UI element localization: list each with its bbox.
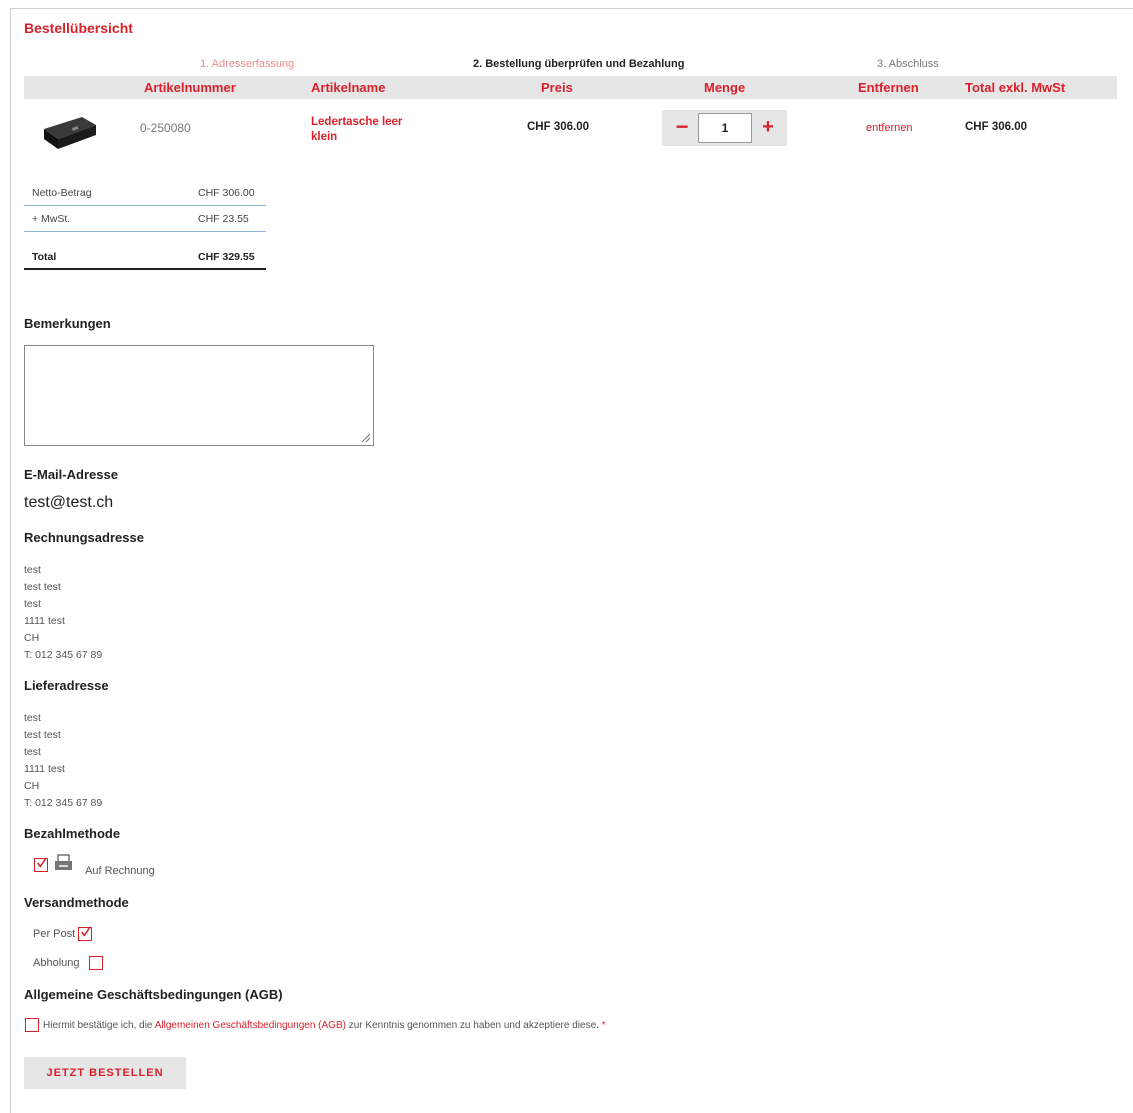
terms-link[interactable]: Allgemeinen Geschäftsbedingungen (AGB): [155, 1020, 346, 1031]
article-price: CHF 306.00: [527, 121, 590, 133]
quantity-decrease-button[interactable]: −: [672, 114, 692, 142]
header-quantity: Menge: [704, 80, 746, 95]
shipping-line: test: [24, 746, 41, 758]
billing-line: 1111 test: [24, 615, 65, 627]
shipping-post-label[interactable]: Per Post: [33, 928, 75, 940]
order-now-button[interactable]: JETZT BESTELLEN: [24, 1057, 186, 1089]
check-icon: [81, 926, 91, 937]
shipping-post-checkbox[interactable]: [78, 926, 92, 941]
remarks-textarea[interactable]: [24, 345, 374, 446]
email-value: test@test.ch: [24, 494, 114, 511]
quantity-stepper: − 1 +: [662, 110, 787, 146]
header-article-number: Artikelnummer: [144, 80, 236, 95]
shipping-line: 1111 test: [24, 763, 65, 775]
billing-line: CH: [24, 632, 40, 644]
step-review-payment: 2. Bestellung überprüfen und Bezahlung: [473, 58, 685, 70]
page-title: Bestellübersicht: [24, 20, 133, 36]
summary-total-label: Total: [32, 251, 57, 263]
header-remove: Entfernen: [858, 80, 919, 95]
shipping-pickup-checkbox[interactable]: [89, 956, 103, 970]
payment-invoice-checkbox[interactable]: [34, 857, 48, 872]
table-header: Artikelnummer Artikelname Preis Menge En…: [24, 76, 1117, 99]
terms-text-after: zur Kenntnis genommen zu haben und akzep…: [348, 1020, 599, 1031]
resize-grip-icon[interactable]: [360, 432, 371, 443]
terms-text-before: Hiermit bestätige ich, die: [43, 1020, 153, 1031]
summary-vat-row: + MwSt. CHF 23.55: [24, 206, 266, 232]
shipping-address: test test test test 1111 test CH T: 012 …: [24, 710, 102, 812]
step-completion: 3. Abschluss: [877, 58, 939, 70]
billing-line: test: [24, 598, 41, 610]
article-number: 0-250080: [140, 121, 191, 135]
remarks-heading: Bemerkungen: [24, 316, 111, 331]
shipping-line: test test: [24, 729, 61, 741]
header-article-name: Artikelname: [311, 80, 386, 95]
shipping-line: test: [24, 712, 41, 724]
summary-total-row: Total CHF 329.55: [24, 244, 266, 270]
terms-heading: Allgemeine Geschäftsbedingungen (AGB): [24, 987, 283, 1002]
summary-net-label: Netto-Betrag: [32, 187, 92, 199]
billing-address: test test test test 1111 test CH T: 012 …: [24, 562, 102, 664]
product-image[interactable]: [38, 111, 102, 151]
summary-vat-value: CHF 23.55: [198, 213, 249, 225]
shipping-line: CH: [24, 780, 40, 792]
header-total-excl: Total exkl. MwSt: [965, 80, 1066, 95]
summary-vat-label: + MwSt.: [32, 213, 71, 225]
summary-net-row: Netto-Betrag CHF 306.00: [24, 180, 266, 206]
check-icon: [37, 857, 47, 868]
content-frame: [10, 8, 1133, 1113]
terms-checkbox[interactable]: [25, 1018, 39, 1032]
email-heading: E-Mail-Adresse: [24, 467, 118, 482]
billing-line: test test: [24, 581, 61, 593]
article-name-link[interactable]: Ledertasche leer klein: [311, 115, 421, 145]
billing-heading: Rechnungsadresse: [24, 530, 144, 545]
shipping-pickup-label[interactable]: Abholung: [33, 957, 80, 969]
billing-line: test: [24, 564, 41, 576]
summary-net-value: CHF 306.00: [198, 187, 255, 199]
required-mark: *: [601, 1020, 606, 1031]
invoice-icon: [55, 854, 72, 870]
header-price: Preis: [541, 80, 573, 95]
terms-text: Hiermit bestätige ich, die Allgemeinen G…: [43, 1020, 606, 1031]
step-address[interactable]: 1. Adresserfassung: [200, 58, 294, 70]
shipping-line: T: 012 345 67 89: [24, 797, 103, 809]
row-total-excl: CHF 306.00: [965, 121, 1028, 133]
payment-invoice-label[interactable]: Auf Rechnung: [85, 865, 155, 877]
remove-link[interactable]: entfernen: [866, 122, 912, 134]
quantity-input[interactable]: 1: [698, 113, 752, 143]
shipping-method-heading: Versandmethode: [24, 895, 129, 910]
billing-line: T: 012 345 67 89: [24, 649, 103, 661]
shipping-address-heading: Lieferadresse: [24, 678, 109, 693]
payment-heading: Bezahlmethode: [24, 826, 121, 841]
quantity-increase-button[interactable]: +: [758, 114, 778, 142]
summary-total-value: CHF 329.55: [198, 251, 255, 263]
